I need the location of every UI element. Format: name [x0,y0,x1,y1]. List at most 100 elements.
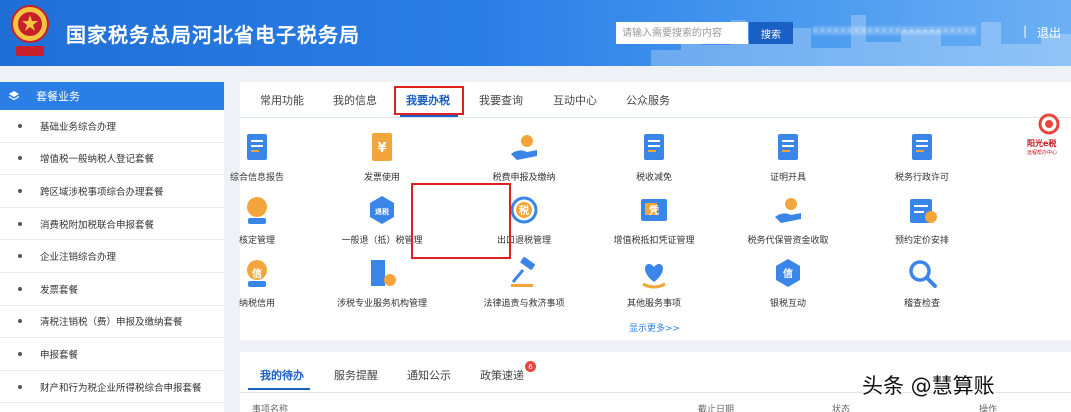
service-item-label: 预约定价安排 [894,236,949,246]
svg-text:退税: 退税 [375,207,389,216]
refund-icon: 退税 [370,196,394,224]
schedule-icon [910,199,937,223]
sidebar-item[interactable]: 基础业务综合办理 [0,110,224,143]
tax-reduction-icon [644,134,664,160]
column-item-name: 事项名称 [252,405,289,412]
sidebar-item[interactable]: 增值税一般纳税人登记套餐 [0,143,224,176]
hand-coin-icon [511,135,537,160]
bullet-icon [18,221,22,226]
service-item[interactable]: 其他服务事项 [589,256,719,316]
service-item[interactable]: 涉税专业服务机构管理 [317,256,447,316]
sunshine-etax-logo[interactable]: 阳光e税 远程帮办中心 [1027,112,1071,156]
tab-query[interactable]: 我要查询 [479,92,523,108]
service-item[interactable]: 核定管理 [192,193,322,253]
svg-text:信: 信 [252,267,262,280]
service-item-label: 税收减免 [635,173,672,183]
service-item-label: 涉税专业服务机构管理 [336,299,427,309]
tab-notices[interactable]: 通知公示 [407,367,451,383]
bullet-icon [18,384,22,389]
tab-public-service[interactable]: 公众服务 [626,92,670,108]
permit-icon [912,134,932,160]
export-refund-icon: 税 [510,196,538,224]
service-item[interactable]: 税收减免 [589,130,719,190]
logout-link[interactable]: 退出 [1037,24,1061,41]
building-gear-icon [371,260,396,286]
service-item-label: 综合信息报告 [229,173,284,183]
sidebar-header: 套餐业务 [0,82,224,110]
magnifier-icon [909,260,937,288]
column-deadline: 截止日期 [698,405,735,412]
sidebar-item-label: 发票套餐 [40,284,79,296]
sidebar-item[interactable]: 发票套餐 [0,273,224,306]
sidebar-item[interactable]: 消费税附加税联合申报套餐 [0,208,224,241]
service-item[interactable]: 税费申报及缴纳 [459,130,589,190]
sidebar-item-label: 企业注销综合办理 [40,252,117,264]
document-icon [247,134,267,160]
refund-highlight-box [411,183,511,259]
stamp-icon [247,197,267,224]
sidebar-title: 套餐业务 [36,90,80,103]
tab-my-todo[interactable]: 我的待办 [260,367,304,383]
sidebar-item-label: 申报套餐 [40,349,79,361]
service-item[interactable]: 税务行政许可 [857,130,987,190]
sun-logo-icon [1038,113,1060,135]
certificate-icon [778,134,798,160]
tab-my-info[interactable]: 我的信息 [333,92,377,108]
site-title: 国家税务总局河北省电子税务局 [66,23,360,47]
main-tabs: 常用功能 我的信息 我要办税 我要查询 互动中心 公众服务 [240,82,1071,118]
bullet-icon [18,319,22,324]
bullet-icon [18,351,22,356]
custody-fund-icon [775,198,801,223]
bullet-icon [18,254,22,259]
brand-name: 阳光e税 [1027,139,1057,148]
gavel-icon [511,256,536,287]
svg-text:信: 信 [783,267,793,280]
service-item[interactable]: 预约定价安排 [857,193,987,253]
sidebar-item[interactable]: 跨区域涉税事项综合办理套餐 [0,175,224,208]
search-button[interactable]: 搜索 [749,22,793,44]
tab-common[interactable]: 常用功能 [260,92,304,108]
service-item[interactable]: 税务代保管资金收取 [723,193,853,253]
service-item-label: 发票使用 [363,173,400,183]
credit-icon: 信 [247,260,267,287]
todo-active-underline [248,388,310,390]
service-item[interactable]: 综合信息报告 [192,130,322,190]
service-item-label: 增值税抵扣凭证管理 [613,236,695,246]
service-item-label: 核定管理 [238,236,275,246]
sidebar-item[interactable]: 企业注销综合办理 [0,240,224,273]
tax-emblem-logo [11,5,49,56]
sidebar-item[interactable]: 申报套餐 [0,338,224,371]
search-input[interactable] [616,22,748,44]
tab-policy-express[interactable]: 政策速递 [480,367,524,383]
header-separator: | [1023,24,1028,38]
service-item[interactable]: 信银税互动 [723,256,853,316]
service-item[interactable]: 凭增值税抵扣凭证管理 [589,193,719,253]
sidebar-item[interactable]: 财产和行为税企业所得税综合申报套餐 [0,371,224,404]
service-item[interactable]: 信纳税信用 [192,256,322,316]
service-item-label: 税务行政许可 [894,173,949,183]
bank-tax-icon: 信 [776,259,800,287]
tab-interaction[interactable]: 互动中心 [553,92,597,108]
service-item-label: 纳税信用 [238,299,275,309]
top-header: 国家税务总局河北省电子税务局 搜索 XXXXXXXXXXXXXXXXXXXXXX… [0,0,1071,66]
tab-service-reminder[interactable]: 服务提醒 [334,367,378,383]
svg-text:¥: ¥ [377,141,386,156]
column-action: 操作 [979,405,998,412]
svg-text:凭: 凭 [648,204,659,217]
notification-badge: 6 [525,361,536,372]
service-item[interactable]: 法律追责与救济事项 [459,256,589,316]
sidebar-item[interactable]: 清税注销税（费）申报及缴纳套餐 [0,306,224,339]
service-item-label: 证明开具 [769,173,806,183]
sidebar-item-label: 清税注销税（费）申报及缴纳套餐 [40,317,183,329]
service-item-label: 稽查检查 [903,299,940,309]
svg-text:税: 税 [519,204,529,217]
service-item-label: 税费申报及缴纳 [492,173,556,183]
layers-icon [8,91,20,101]
service-item[interactable]: 稽查检查 [857,256,987,316]
service-item[interactable]: 证明开具 [723,130,853,190]
invoice-yen-icon: ¥ [372,133,392,161]
show-more-link[interactable]: 显示更多>> [629,321,680,334]
service-item[interactable]: ¥ 发票使用 [317,130,447,190]
service-item-label: 税务代保管资金收取 [747,236,829,246]
heart-hand-icon [642,264,666,289]
